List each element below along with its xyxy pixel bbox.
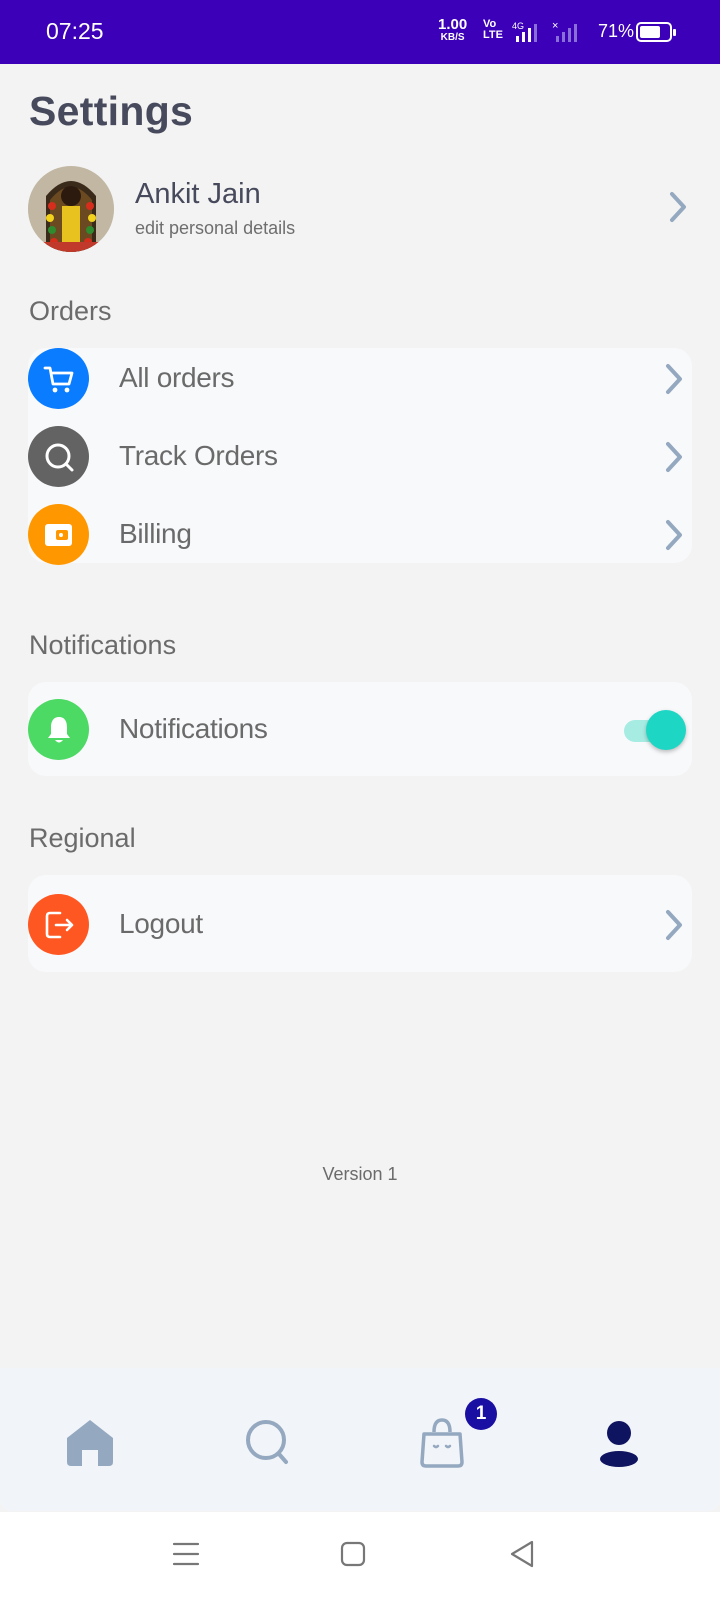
logout-icon: [28, 894, 89, 955]
avatar: [28, 166, 114, 252]
notifications-card: Notifications: [28, 682, 692, 776]
volte-indicator: Vo LTE: [483, 18, 503, 41]
status-bar: 07:25 1.00 KB/S Vo LTE 4G × 71%: [0, 0, 720, 64]
menu-item-logout[interactable]: Logout: [28, 894, 692, 956]
cart-badge: 1: [465, 1398, 497, 1430]
menu-item-all-orders[interactable]: All orders: [28, 348, 692, 410]
section-label-notifications: Notifications: [29, 630, 177, 660]
notifications-toggle[interactable]: [620, 710, 686, 750]
menu-item-label: Logout: [119, 908, 203, 939]
battery-level-fill: [640, 26, 660, 38]
search-icon: [28, 426, 89, 487]
chevron-right-icon: [666, 364, 682, 394]
menu-item-label: Track Orders: [119, 440, 278, 471]
menu-item-track-orders[interactable]: Track Orders: [28, 426, 692, 488]
edit-personal-details-link[interactable]: edit personal details: [135, 218, 295, 239]
status-time: 07:25: [46, 18, 104, 44]
battery-icon: [636, 22, 676, 42]
menu-item-notifications: Notifications: [28, 699, 692, 761]
regional-card: Logout: [28, 875, 692, 972]
cart-icon: [28, 348, 89, 409]
orders-card: All orders Track Orders Billing: [28, 348, 692, 566]
back-icon[interactable]: [502, 1534, 542, 1574]
page-title: Settings: [29, 88, 194, 134]
network-type-label: 4G: [512, 21, 524, 31]
profile-name: Ankit Jain: [135, 178, 261, 210]
nav-profile[interactable]: [591, 1414, 647, 1470]
system-nav-bar: [0, 1512, 720, 1600]
menu-item-label: Billing: [119, 518, 192, 549]
chevron-right-icon: [666, 520, 682, 550]
signal-no-service-icon: ×: [552, 20, 577, 42]
signal-4g-icon: 4G: [512, 21, 537, 42]
shopping-bag-icon: [420, 1418, 464, 1468]
menu-icon[interactable]: [166, 1534, 206, 1574]
section-label-regional: Regional: [29, 823, 136, 853]
chevron-right-icon: [670, 192, 686, 222]
bell-icon: [28, 699, 89, 760]
svg-text:×: ×: [552, 20, 558, 32]
home-square-icon[interactable]: [333, 1534, 373, 1574]
menu-item-label: All orders: [119, 362, 235, 393]
bottom-nav: [0, 1368, 720, 1511]
wallet-icon: [28, 504, 89, 565]
nav-search[interactable]: [240, 1414, 296, 1470]
search-icon: [246, 1420, 288, 1464]
network-speed: 1.00 KB/S: [438, 17, 467, 44]
battery-percent: 71%: [598, 21, 635, 41]
user-icon: [600, 1421, 638, 1467]
section-label-orders: Orders: [29, 296, 112, 326]
version-label: Version 1: [322, 1164, 398, 1184]
network-speed-unit: KB/S: [440, 32, 465, 43]
profile-row[interactable]: Ankit Jain edit personal details: [28, 166, 692, 252]
menu-item-label: Notifications: [119, 713, 268, 744]
nav-cart[interactable]: [414, 1414, 470, 1470]
chevron-right-icon: [666, 442, 682, 472]
nav-home[interactable]: [62, 1414, 118, 1470]
home-icon: [67, 1420, 113, 1466]
menu-item-billing[interactable]: Billing: [28, 504, 692, 566]
chevron-right-icon: [666, 910, 682, 940]
